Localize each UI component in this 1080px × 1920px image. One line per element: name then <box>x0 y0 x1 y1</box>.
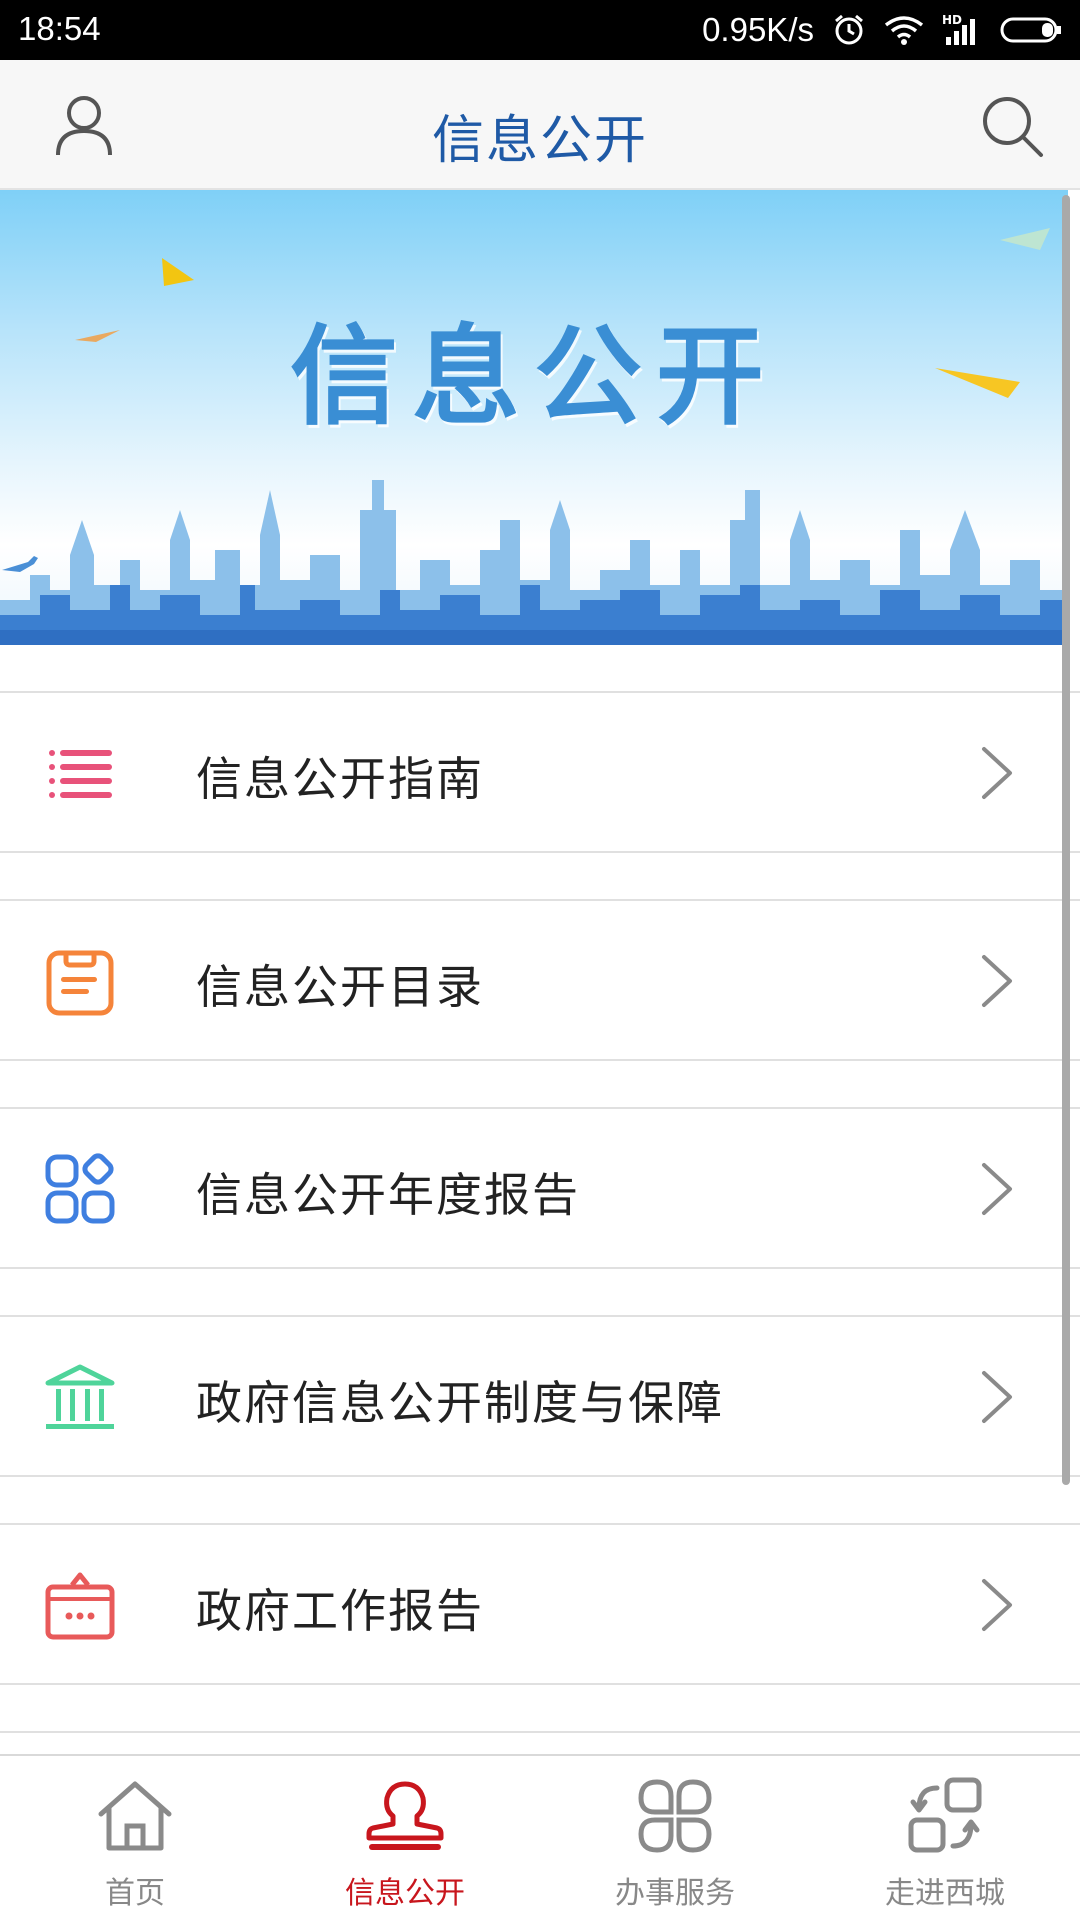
menu-spacer <box>0 1477 1080 1525</box>
alarm-icon <box>832 13 866 47</box>
battery-icon <box>1000 16 1062 44</box>
hd-label: HD <box>942 13 963 27</box>
menu-item-label: 政府工作报告 <box>196 1584 484 1638</box>
menu-spacer <box>0 1685 1080 1733</box>
menu-item-catalog[interactable]: 信息公开目录 <box>0 901 1080 1061</box>
nav-label: 办事服务 <box>615 1876 735 1911</box>
search-icon <box>983 97 1043 157</box>
grid-icon <box>45 1153 115 1224</box>
signal-icon: HD <box>942 13 982 47</box>
page-title: 信息公开 <box>431 111 648 171</box>
chevron-right-icon <box>982 1371 1012 1423</box>
menu-spacer <box>0 1061 1080 1109</box>
chevron-right-icon <box>982 1163 1012 1215</box>
menu-item-guide[interactable]: 信息公开指南 <box>0 693 1080 853</box>
home-icon <box>98 1781 172 1851</box>
nav-item-home[interactable]: 首页 <box>0 1756 270 1920</box>
nav-label: 首页 <box>105 1876 165 1911</box>
nav-label: 信息公开 <box>345 1876 465 1911</box>
search-button[interactable] <box>976 90 1048 162</box>
app-header: 信息公开 <box>0 60 1080 190</box>
banner: 信息公开 <box>0 190 1068 645</box>
menu-item-work-report[interactable]: 政府工作报告 <box>0 1525 1080 1685</box>
apps-icon <box>638 1779 712 1853</box>
network-speed: 0.95K/s <box>702 11 814 48</box>
status-bar: 18:54 0.95K/s HD <box>0 0 1080 60</box>
menu-spacer <box>0 1269 1080 1317</box>
menu-item-label: 信息公开目录 <box>196 960 484 1014</box>
list-icon <box>49 750 112 798</box>
clipboard-icon <box>46 950 114 1016</box>
menu-list: 信息公开指南 信息公开目录 信息公开年度报告 政府信息公开制度与保障 政府工作报… <box>0 645 1080 1733</box>
bottom-nav: 首页 信息公开 办事服务 走进西城 <box>0 1754 1080 1920</box>
menu-item-label: 信息公开指南 <box>196 752 484 806</box>
menu-item-label: 信息公开年度报告 <box>196 1168 580 1222</box>
chevron-right-icon <box>982 955 1012 1007</box>
status-indicators: 0.95K/s HD <box>702 0 1062 60</box>
nav-label: 走进西城 <box>885 1876 1005 1911</box>
nav-item-discover[interactable]: 走进西城 <box>810 1756 1080 1920</box>
menu-item-annual-report[interactable]: 信息公开年度报告 <box>0 1109 1080 1269</box>
status-time: 18:54 <box>18 10 101 47</box>
menu-item-label: 政府信息公开制度与保障 <box>196 1376 724 1430</box>
institution-icon <box>45 1364 115 1429</box>
banner-title: 信息公开 <box>289 315 778 440</box>
menu-item-system[interactable]: 政府信息公开制度与保障 <box>0 1317 1080 1477</box>
chevron-right-icon <box>982 747 1012 799</box>
menu-spacer <box>0 853 1080 901</box>
exchange-icon <box>908 1777 982 1853</box>
nav-item-info[interactable]: 信息公开 <box>270 1756 540 1920</box>
wifi-icon <box>884 15 924 45</box>
menu-spacer <box>0 645 1080 693</box>
chevron-right-icon <box>982 1579 1012 1631</box>
stamp-icon <box>366 1781 444 1850</box>
scrollbar[interactable] <box>1062 195 1070 1485</box>
nav-item-services[interactable]: 办事服务 <box>540 1756 810 1920</box>
briefcase-icon <box>45 1572 115 1640</box>
